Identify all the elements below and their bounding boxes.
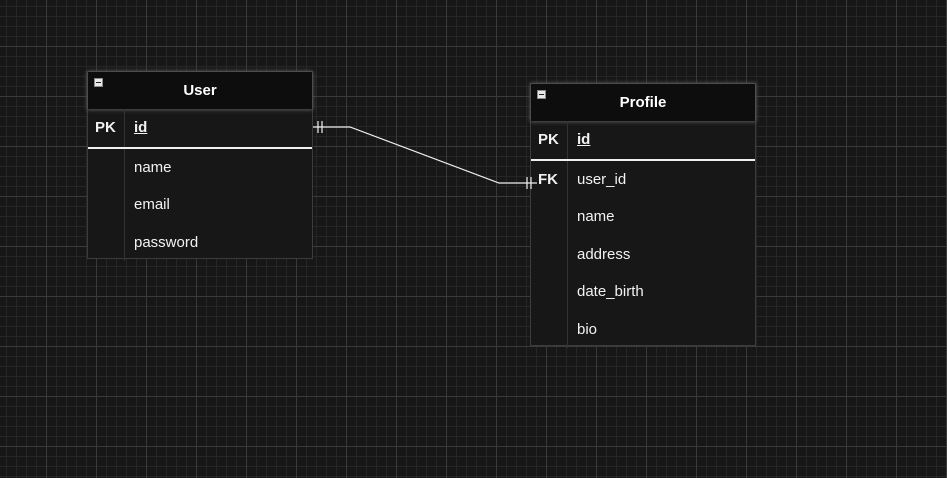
profile-pk-label: PK (531, 121, 568, 159)
user-pk-row[interactable]: PK id (88, 109, 312, 149)
user-entity[interactable]: User PK id name email password (87, 71, 313, 261)
profile-field-row[interactable]: date_birth (531, 273, 755, 311)
user-field-row[interactable]: password (88, 223, 312, 261)
profile-fk-label: FK (531, 160, 568, 198)
profile-field-row[interactable]: name (531, 198, 755, 236)
profile-field-bio: bio (577, 320, 598, 338)
profile-entity-title: Profile (619, 94, 667, 111)
user-field-email: email (134, 196, 170, 214)
profile-pk-row[interactable]: PK id (531, 121, 755, 161)
collapse-icon[interactable] (94, 78, 103, 87)
key-cell (88, 186, 125, 224)
user-field-row[interactable]: email (88, 186, 312, 224)
profile-entity-header[interactable]: Profile (531, 84, 755, 121)
key-cell (531, 310, 568, 348)
user-field-name: name (134, 158, 172, 176)
key-cell (531, 198, 568, 236)
user-pk-label: PK (88, 109, 125, 147)
profile-field-row[interactable]: bio (531, 310, 755, 348)
profile-fk-row[interactable]: FK user_id (531, 160, 755, 198)
profile-entity[interactable]: Profile PK id FK user_id name address da… (530, 83, 756, 348)
profile-field-row[interactable]: address (531, 235, 755, 273)
relationship-line[interactable] (313, 126, 537, 184)
profile-field-address: address (577, 245, 631, 263)
key-cell (88, 148, 125, 186)
one-mandatory-marker-user (317, 121, 323, 133)
profile-pk-field: id (577, 131, 591, 149)
profile-field-date-birth: date_birth (577, 283, 644, 301)
user-field-row[interactable]: name (88, 148, 312, 186)
key-cell (531, 273, 568, 311)
profile-fk-field: user_id (577, 170, 627, 188)
key-cell (531, 235, 568, 273)
user-entity-title: User (183, 82, 217, 99)
user-field-password: password (134, 233, 199, 251)
user-pk-field: id (134, 119, 148, 137)
collapse-icon[interactable] (537, 90, 546, 99)
key-cell (88, 223, 125, 261)
user-entity-header[interactable]: User (88, 72, 312, 109)
profile-field-name: name (577, 208, 615, 226)
